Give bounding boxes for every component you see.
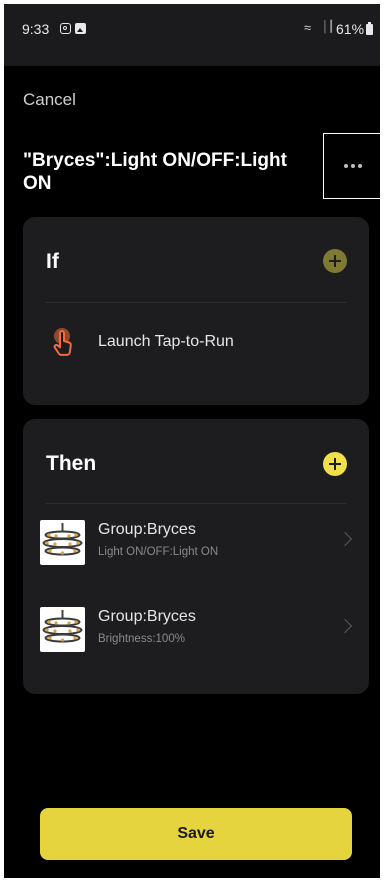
gallery-icon <box>75 23 86 34</box>
chandelier-thumbnail <box>40 520 85 565</box>
add-action-button[interactable] <box>323 452 347 476</box>
battery-percent: 61% <box>336 21 365 37</box>
action-title: Group:Bryces <box>98 521 196 538</box>
wifi-icon: ≈ <box>304 20 312 35</box>
action-row[interactable]: Group:Bryces Light ON/OFF:Light ON <box>40 512 353 572</box>
status-time: 9:33 <box>22 21 50 37</box>
status-bar: 9:33 ≈ │┃ 61% <box>4 4 380 66</box>
cancel-button[interactable]: Cancel <box>23 90 76 110</box>
action-subtitle: Light ON/OFF:Light ON <box>98 546 219 558</box>
add-condition-button[interactable] <box>323 249 347 273</box>
phone-screen: 9:33 ≈ │┃ 61% Cancel "Bryces":Light ON/O… <box>4 4 380 878</box>
action-subtitle: Brightness:100% <box>98 633 185 645</box>
ellipsis-icon <box>343 164 362 168</box>
chandelier-thumbnail <box>40 607 85 652</box>
plus-icon <box>329 255 341 267</box>
divider <box>46 503 346 504</box>
divider <box>46 302 346 303</box>
action-title: Group:Bryces <box>98 608 196 625</box>
chevron-right-icon <box>337 531 353 547</box>
then-card: Then Group:Bryces Light ON/OFF:Light ON … <box>23 419 369 694</box>
page-title: "Bryces":Light ON/OFF:Light ON <box>23 150 287 194</box>
if-card: If Launch Tap-to-Run <box>23 217 369 405</box>
condition-label[interactable]: Launch Tap-to-Run <box>98 333 234 351</box>
chevron-right-icon <box>337 618 353 634</box>
save-button[interactable]: Save <box>40 808 352 860</box>
then-heading: Then <box>46 452 97 475</box>
if-heading: If <box>46 250 59 273</box>
battery-icon <box>366 22 373 35</box>
tap-hand-icon <box>51 327 77 357</box>
more-options-button[interactable] <box>323 133 380 199</box>
signal-icon: │┃ <box>322 21 334 33</box>
action-row[interactable]: Group:Bryces Brightness:100% <box>40 599 353 659</box>
instagram-icon <box>60 23 71 34</box>
plus-icon <box>329 458 341 470</box>
